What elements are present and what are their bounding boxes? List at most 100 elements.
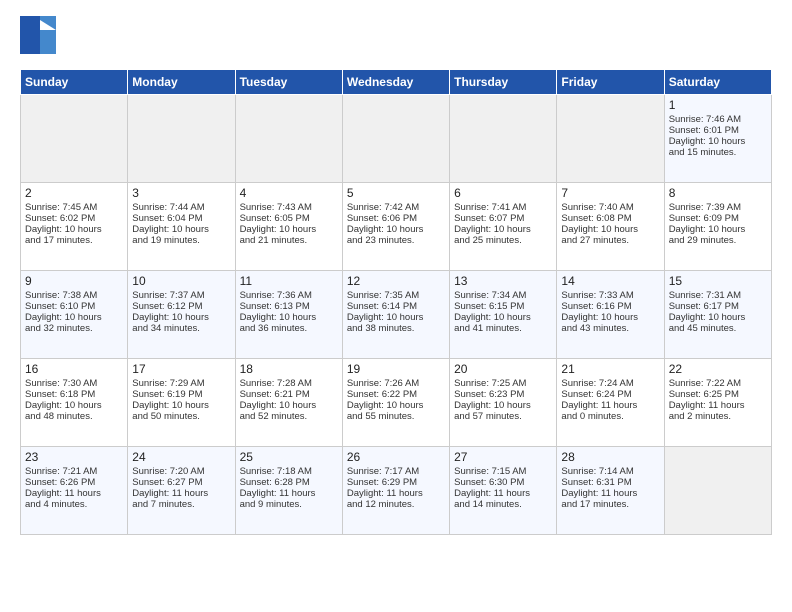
- day-info: and 14 minutes.: [454, 499, 552, 510]
- day-info: Sunrise: 7:18 AM: [240, 466, 338, 477]
- calendar-week-row: 1Sunrise: 7:46 AMSunset: 6:01 PMDaylight…: [21, 95, 772, 183]
- day-number: 26: [347, 450, 445, 464]
- day-info: Sunrise: 7:35 AM: [347, 290, 445, 301]
- day-info: and 29 minutes.: [669, 235, 767, 246]
- day-info: Daylight: 10 hours: [132, 312, 230, 323]
- day-number: 27: [454, 450, 552, 464]
- calendar-cell: 21Sunrise: 7:24 AMSunset: 6:24 PMDayligh…: [557, 359, 664, 447]
- day-info: Sunset: 6:28 PM: [240, 477, 338, 488]
- day-info: Sunrise: 7:24 AM: [561, 378, 659, 389]
- calendar-cell: 1Sunrise: 7:46 AMSunset: 6:01 PMDaylight…: [664, 95, 771, 183]
- calendar-cell: 8Sunrise: 7:39 AMSunset: 6:09 PMDaylight…: [664, 183, 771, 271]
- calendar-day-header: Wednesday: [342, 70, 449, 95]
- day-info: and 19 minutes.: [132, 235, 230, 246]
- calendar-cell: 9Sunrise: 7:38 AMSunset: 6:10 PMDaylight…: [21, 271, 128, 359]
- day-number: 4: [240, 186, 338, 200]
- calendar-cell: [21, 95, 128, 183]
- calendar-cell: 2Sunrise: 7:45 AMSunset: 6:02 PMDaylight…: [21, 183, 128, 271]
- day-info: Sunset: 6:16 PM: [561, 301, 659, 312]
- day-info: and 38 minutes.: [347, 323, 445, 334]
- day-info: and 32 minutes.: [25, 323, 123, 334]
- day-info: and 55 minutes.: [347, 411, 445, 422]
- day-number: 15: [669, 274, 767, 288]
- logo: [20, 16, 60, 61]
- day-info: Daylight: 10 hours: [347, 400, 445, 411]
- day-info: and 48 minutes.: [25, 411, 123, 422]
- day-info: Sunset: 6:23 PM: [454, 389, 552, 400]
- day-info: Daylight: 11 hours: [454, 488, 552, 499]
- day-info: and 23 minutes.: [347, 235, 445, 246]
- day-info: Daylight: 10 hours: [454, 312, 552, 323]
- day-info: Sunrise: 7:36 AM: [240, 290, 338, 301]
- calendar-cell: 20Sunrise: 7:25 AMSunset: 6:23 PMDayligh…: [450, 359, 557, 447]
- day-info: and 7 minutes.: [132, 499, 230, 510]
- calendar-cell: [557, 95, 664, 183]
- day-info: Sunset: 6:02 PM: [25, 213, 123, 224]
- day-info: Sunrise: 7:29 AM: [132, 378, 230, 389]
- day-info: and 50 minutes.: [132, 411, 230, 422]
- day-info: and 41 minutes.: [454, 323, 552, 334]
- day-number: 5: [347, 186, 445, 200]
- calendar-cell: 19Sunrise: 7:26 AMSunset: 6:22 PMDayligh…: [342, 359, 449, 447]
- day-number: 18: [240, 362, 338, 376]
- day-info: and 12 minutes.: [347, 499, 445, 510]
- day-number: 25: [240, 450, 338, 464]
- calendar-cell: 24Sunrise: 7:20 AMSunset: 6:27 PMDayligh…: [128, 447, 235, 535]
- day-number: 20: [454, 362, 552, 376]
- day-info: Daylight: 10 hours: [132, 400, 230, 411]
- calendar-cell: 4Sunrise: 7:43 AMSunset: 6:05 PMDaylight…: [235, 183, 342, 271]
- day-info: Sunrise: 7:31 AM: [669, 290, 767, 301]
- calendar-day-header: Friday: [557, 70, 664, 95]
- day-info: Daylight: 10 hours: [240, 400, 338, 411]
- day-number: 21: [561, 362, 659, 376]
- day-number: 10: [132, 274, 230, 288]
- day-info: and 21 minutes.: [240, 235, 338, 246]
- day-info: Sunset: 6:31 PM: [561, 477, 659, 488]
- day-info: Sunrise: 7:28 AM: [240, 378, 338, 389]
- day-info: and 36 minutes.: [240, 323, 338, 334]
- day-info: Sunrise: 7:38 AM: [25, 290, 123, 301]
- day-info: Sunset: 6:07 PM: [454, 213, 552, 224]
- day-info: Daylight: 10 hours: [561, 224, 659, 235]
- day-info: Sunset: 6:12 PM: [132, 301, 230, 312]
- day-info: and 43 minutes.: [561, 323, 659, 334]
- day-info: Sunrise: 7:22 AM: [669, 378, 767, 389]
- day-info: Sunset: 6:18 PM: [25, 389, 123, 400]
- calendar-cell: 18Sunrise: 7:28 AMSunset: 6:21 PMDayligh…: [235, 359, 342, 447]
- day-info: Daylight: 10 hours: [25, 312, 123, 323]
- day-info: Daylight: 10 hours: [669, 312, 767, 323]
- day-number: 14: [561, 274, 659, 288]
- logo-icon: [20, 16, 56, 61]
- day-info: Daylight: 10 hours: [25, 400, 123, 411]
- day-info: Sunset: 6:08 PM: [561, 213, 659, 224]
- calendar-cell: 25 Sunrise: 7:18 AMSunset: 6:28 PMDayligh…: [235, 447, 342, 535]
- day-number: 23: [25, 450, 123, 464]
- day-number: 24: [132, 450, 230, 464]
- day-info: Daylight: 10 hours: [347, 224, 445, 235]
- calendar-cell: [664, 447, 771, 535]
- day-info: and 27 minutes.: [561, 235, 659, 246]
- day-info: Sunrise: 7:37 AM: [132, 290, 230, 301]
- day-info: Sunrise: 7:41 AM: [454, 202, 552, 213]
- calendar-cell: 28Sunrise: 7:14 AMSunset: 6:31 PMDayligh…: [557, 447, 664, 535]
- calendar-cell: 17Sunrise: 7:29 AMSunset: 6:19 PMDayligh…: [128, 359, 235, 447]
- calendar-cell: 16Sunrise: 7:30 AMSunset: 6:18 PMDayligh…: [21, 359, 128, 447]
- day-info: and 15 minutes.: [669, 147, 767, 158]
- day-info: Daylight: 11 hours: [347, 488, 445, 499]
- day-info: Sunset: 6:30 PM: [454, 477, 552, 488]
- day-number: 3: [132, 186, 230, 200]
- calendar-cell: 14Sunrise: 7:33 AMSunset: 6:16 PMDayligh…: [557, 271, 664, 359]
- day-info: and 4 minutes.: [25, 499, 123, 510]
- day-info: Sunrise: 7:17 AM: [347, 466, 445, 477]
- calendar-cell: [342, 95, 449, 183]
- day-info: Daylight: 11 hours: [132, 488, 230, 499]
- calendar-cell: 26Sunrise: 7:17 AMSunset: 6:29 PMDayligh…: [342, 447, 449, 535]
- day-info: Daylight: 11 hours: [240, 488, 338, 499]
- day-info: Sunset: 6:09 PM: [669, 213, 767, 224]
- day-number: 8: [669, 186, 767, 200]
- day-info: and 2 minutes.: [669, 411, 767, 422]
- day-number: 19: [347, 362, 445, 376]
- day-number: 7: [561, 186, 659, 200]
- calendar-cell: 15Sunrise: 7:31 AMSunset: 6:17 PMDayligh…: [664, 271, 771, 359]
- day-info: Daylight: 10 hours: [347, 312, 445, 323]
